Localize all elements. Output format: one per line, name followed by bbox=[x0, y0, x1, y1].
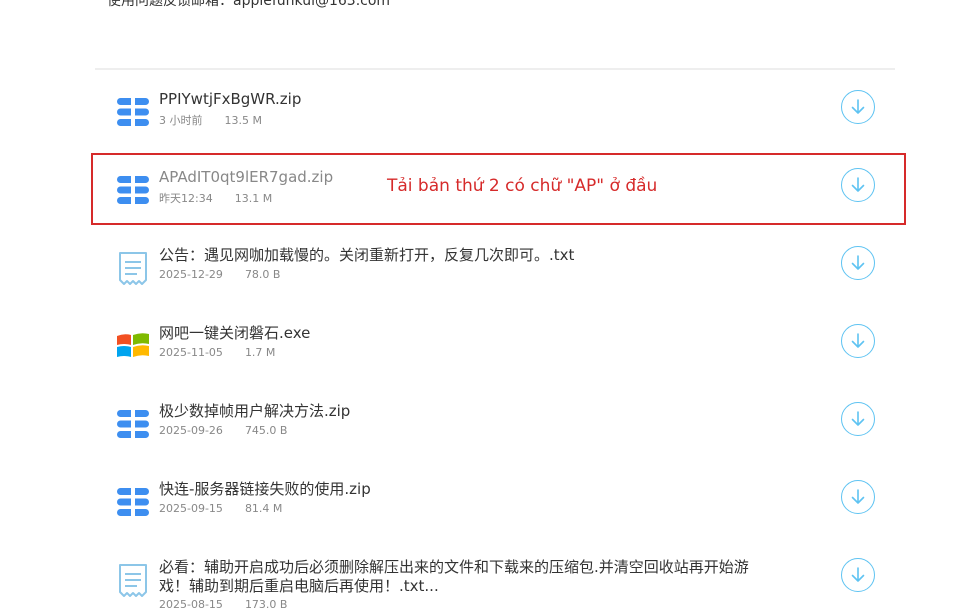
zip-archive-icon bbox=[117, 176, 149, 204]
file-size: 13.5 M bbox=[224, 114, 262, 127]
file-meta: 2025-08-15 173.0 B bbox=[159, 598, 287, 611]
file-size: 745.0 B bbox=[244, 424, 288, 437]
file-row[interactable]: 极少数掉帧用户解决方法.zip 2025-09-26 745.0 B bbox=[95, 382, 895, 460]
file-list: PPIYwtjFxBgWR.zip 3 小时前 13.5 M APAdIT0qt9… bbox=[95, 70, 895, 616]
file-name[interactable]: 公告：遇见网咖加载慢的。关闭重新打开，反复几次即可。.txt bbox=[159, 246, 759, 265]
file-date: 2025-09-15 bbox=[159, 502, 223, 515]
file-date: 2025-11-05 bbox=[159, 346, 223, 359]
file-row[interactable]: 必看：辅助开启成功后必须删除解压出来的文件和下载来的压缩包.并清空回收站再开始游… bbox=[95, 538, 895, 616]
file-meta: 2025-11-05 1.7 M bbox=[159, 346, 275, 359]
download-arrow-icon bbox=[851, 333, 865, 348]
file-meta: 2025-09-15 81.4 M bbox=[159, 502, 282, 515]
feedback-email-note: 使用问题反馈邮箱：applefunkui@163.com bbox=[107, 0, 391, 9]
download-button[interactable] bbox=[841, 90, 875, 124]
download-arrow-icon bbox=[851, 489, 865, 504]
download-arrow-icon bbox=[851, 411, 865, 426]
file-size: 1.7 M bbox=[244, 346, 276, 359]
file-row[interactable]: 公告：遇见网咖加载慢的。关闭重新打开，反复几次即可。.txt 2025-12-2… bbox=[95, 226, 895, 304]
file-date: 2025-12-29 bbox=[159, 268, 223, 281]
file-meta: 2025-09-26 745.0 B bbox=[159, 424, 287, 437]
zip-archive-icon bbox=[117, 410, 149, 438]
text-document-icon bbox=[119, 252, 147, 285]
zip-archive-icon bbox=[117, 98, 149, 126]
download-button[interactable] bbox=[841, 246, 875, 280]
file-meta: 3 小时前 13.5 M bbox=[159, 112, 262, 128]
text-document-icon bbox=[119, 564, 147, 597]
file-row[interactable]: 网吧一键关闭磐石.exe 2025-11-05 1.7 M bbox=[95, 304, 895, 382]
file-meta: 昨天12:34 13.1 M bbox=[159, 190, 272, 206]
download-arrow-icon bbox=[851, 177, 865, 192]
file-date: 2025-08-15 bbox=[159, 598, 223, 611]
file-name[interactable]: 必看：辅助开启成功后必须删除解压出来的文件和下载来的压缩包.并清空回收站再开始游… bbox=[159, 558, 759, 596]
windows-app-icon bbox=[117, 333, 149, 357]
download-button[interactable] bbox=[841, 168, 875, 202]
file-meta: 2025-12-29 78.0 B bbox=[159, 268, 280, 281]
file-date: 昨天12:34 bbox=[159, 192, 213, 205]
file-size: 13.1 M bbox=[234, 192, 273, 205]
file-row[interactable]: 快连-服务器链接失败的使用.zip 2025-09-15 81.4 M bbox=[95, 460, 895, 538]
file-name[interactable]: 快连-服务器链接失败的使用.zip bbox=[159, 480, 759, 499]
download-arrow-icon bbox=[851, 99, 865, 114]
download-arrow-icon bbox=[851, 255, 865, 270]
file-row[interactable]: PPIYwtjFxBgWR.zip 3 小时前 13.5 M bbox=[95, 70, 895, 148]
download-button[interactable] bbox=[841, 480, 875, 514]
download-arrow-icon bbox=[851, 567, 865, 582]
file-date: 3 小时前 bbox=[159, 114, 203, 127]
file-size: 78.0 B bbox=[244, 268, 281, 281]
zip-archive-icon bbox=[117, 488, 149, 516]
download-button[interactable] bbox=[841, 402, 875, 436]
download-button[interactable] bbox=[841, 558, 875, 592]
download-button[interactable] bbox=[841, 324, 875, 358]
annotation-text: Tải bản thứ 2 có chữ "AP" ở đầu bbox=[387, 176, 658, 196]
file-date: 2025-09-26 bbox=[159, 424, 223, 437]
file-name[interactable]: PPIYwtjFxBgWR.zip bbox=[159, 90, 759, 109]
file-size: 81.4 M bbox=[244, 502, 283, 515]
file-name[interactable]: 极少数掉帧用户解决方法.zip bbox=[159, 402, 759, 421]
file-name[interactable]: 网吧一键关闭磐石.exe bbox=[159, 324, 759, 343]
file-size: 173.0 B bbox=[244, 598, 288, 611]
